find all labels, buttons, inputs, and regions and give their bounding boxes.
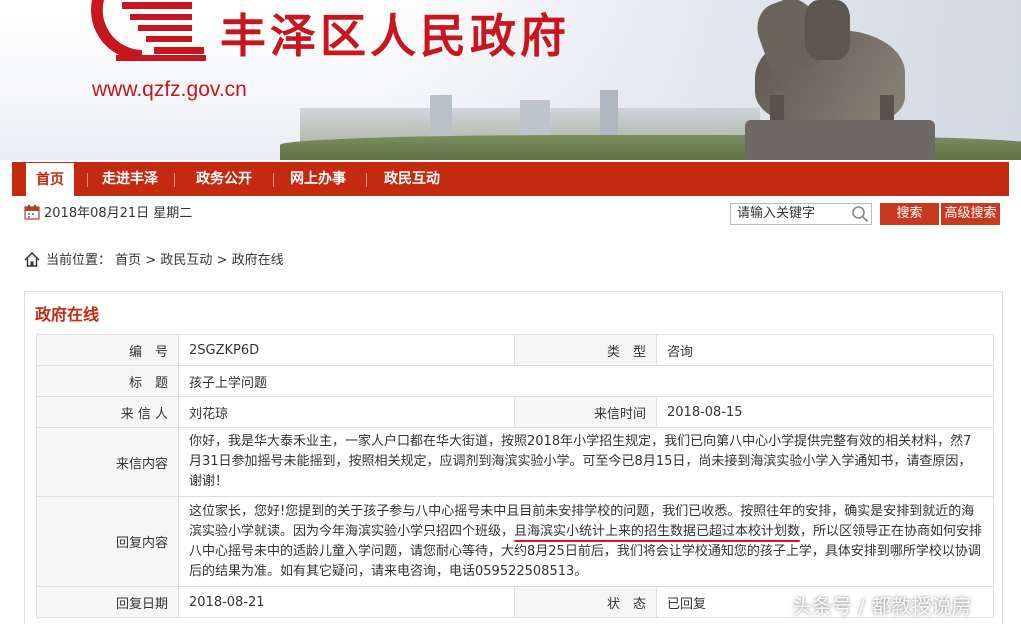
nav-item-interaction[interactable]: 政民互动 — [380, 162, 444, 196]
date-display: 2018年08月21日 星期二 — [24, 204, 192, 224]
number-value: 2SGZKP6D — [178, 334, 515, 366]
type-label: 类 型 — [514, 334, 657, 366]
watermark: 头条号 / 都教授说房 — [792, 594, 972, 618]
table-row: 标 题 孩子上学问题 — [36, 365, 994, 397]
breadcrumb-prefix: 当前位置： — [46, 253, 112, 268]
breadcrumb-item-current[interactable]: 政府在线 — [232, 253, 284, 268]
letter-content: 你好，我是华大泰禾业主，一家人户口都在华大街道，按照2018年小学招生规定，我们… — [178, 427, 994, 497]
subject-value: 孩子上学问题 — [178, 365, 994, 397]
type-value: 咨询 — [656, 334, 994, 366]
breadcrumb-item-interaction[interactable]: 政民互动 — [160, 253, 212, 268]
page: 丰泽区人民政府 www.qzfz.gov.cn 首页 走进丰泽 政务公开 网上办… — [0, 0, 1021, 624]
site-name[interactable]: 丰泽区人民政府 — [220, 6, 570, 66]
site-url[interactable]: www.qzfz.gov.cn — [92, 78, 247, 102]
reply-content: 这位家长，您好!您提到的关于孩子参与八中心摇号未中且目前未安排学校的问题，我们已… — [178, 496, 994, 587]
table-row: 来信内容 你好，我是华大泰禾业主，一家人户口都在华大街道，按照2018年小学招生… — [36, 427, 994, 497]
sender-value: 刘花琼 — [178, 396, 515, 428]
nav-divider — [174, 173, 175, 187]
table-row: 编 号 2SGZKP6D 类 型 咨询 — [36, 334, 994, 366]
calendar-icon — [24, 205, 40, 220]
sender-label: 来 信 人 — [36, 396, 179, 428]
search-button[interactable]: 搜索 — [880, 203, 939, 225]
breadcrumb-separator: > — [212, 253, 231, 268]
letter-detail-panel: 政府在线 编 号 2SGZKP6D 类 型 咨询 标 题 孩子上学问题 来 信 … — [24, 291, 1003, 624]
nav-divider — [273, 173, 274, 187]
reply-date-value: 2018-08-21 — [178, 586, 515, 618]
table-row: 来 信 人 刘花琼 来信时间 2018-08-15 — [36, 396, 994, 428]
reply-date-label: 回复日期 — [36, 586, 179, 618]
breadcrumb: 当前位置： 首页 > 政民互动 > 政府在线 — [24, 251, 284, 271]
panel-title: 政府在线 — [35, 305, 100, 324]
government-logo-icon[interactable] — [82, 0, 210, 65]
statue-pedestal — [745, 120, 935, 160]
number-label: 编 号 — [36, 334, 179, 366]
horse-statue-rider — [805, 0, 850, 60]
sent-time-value: 2018-08-15 — [656, 396, 994, 428]
subject-label: 标 题 — [36, 365, 179, 397]
nav-item-online-services[interactable]: 网上办事 — [286, 162, 350, 196]
search-icon[interactable] — [851, 205, 869, 223]
breadcrumb-separator: > — [141, 253, 160, 268]
letter-detail-table: 编 号 2SGZKP6D 类 型 咨询 标 题 孩子上学问题 来 信 人 刘花琼… — [36, 334, 994, 618]
table-row: 回复内容 这位家长，您好!您提到的关于孩子参与八中心摇号未中且目前未安排学校的问… — [36, 496, 994, 587]
nav-divider — [366, 173, 367, 187]
header-banner: 丰泽区人民政府 www.qzfz.gov.cn — [0, 0, 1021, 160]
nav-item-about[interactable]: 走进丰泽 — [98, 162, 162, 196]
nav-item-home[interactable]: 首页 — [26, 163, 74, 196]
status-label: 状 态 — [514, 586, 657, 618]
reply-highlight-text: 且海滨实小统计上来的招生数据已超过本校计划数 — [514, 523, 801, 539]
sent-time-label: 来信时间 — [514, 396, 657, 428]
date-text: 2018年08月21日 星期二 — [44, 206, 193, 221]
nav-item-gov-affairs[interactable]: 政务公开 — [192, 162, 256, 196]
advanced-search-button[interactable]: 高级搜索 — [941, 203, 1000, 225]
main-nav: 首页 走进丰泽 政务公开 网上办事 政民互动 — [12, 162, 1009, 196]
home-icon — [24, 252, 40, 267]
red-underline-annotation — [514, 539, 801, 542]
breadcrumb-separator-glyph: > — [145, 253, 157, 268]
nav-divider — [87, 173, 88, 187]
reply-label: 回复内容 — [36, 496, 179, 587]
breadcrumb-item-home[interactable]: 首页 — [115, 253, 141, 268]
breadcrumb-separator-glyph: > — [216, 253, 228, 268]
content-label: 来信内容 — [36, 427, 179, 497]
reply-highlight: 且海滨实小统计上来的招生数据已超过本校计划数 — [514, 523, 801, 542]
